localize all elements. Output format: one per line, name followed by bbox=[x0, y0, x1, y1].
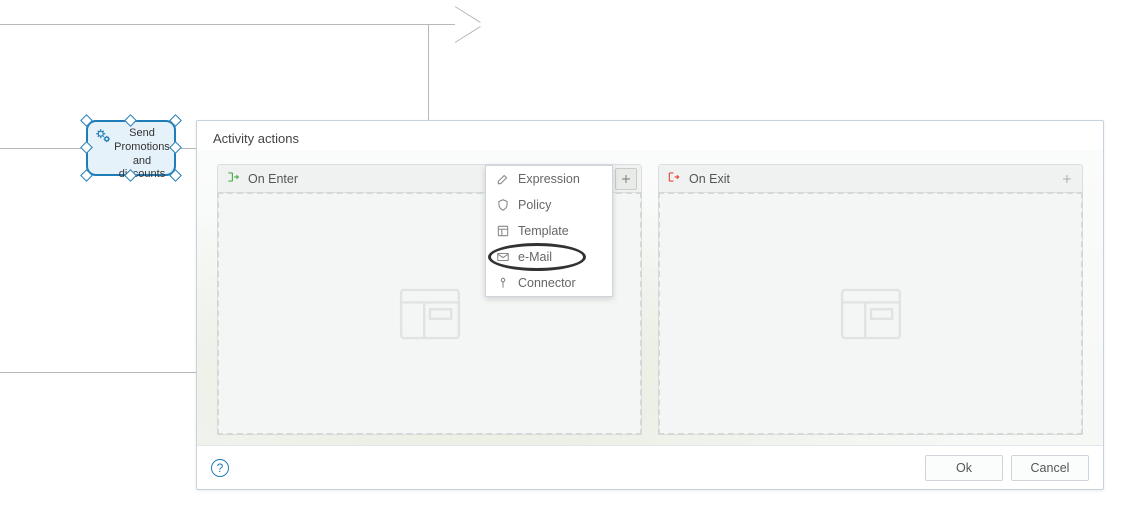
selection-handle[interactable] bbox=[169, 114, 182, 127]
on-enter-label: On Enter bbox=[248, 172, 298, 186]
add-action-menu: Expression Policy Template bbox=[485, 165, 613, 297]
menu-item-policy[interactable]: Policy bbox=[486, 192, 612, 218]
add-on-exit-button[interactable] bbox=[1056, 168, 1078, 190]
activity-actions-dialog: Activity actions On Enter bbox=[196, 120, 1104, 490]
selection-handle[interactable] bbox=[169, 169, 182, 182]
gear-icon bbox=[94, 127, 112, 145]
template-icon bbox=[496, 224, 510, 238]
selection-handle[interactable] bbox=[124, 114, 137, 127]
selection-handle[interactable] bbox=[80, 141, 93, 154]
menu-item-connector[interactable]: Connector bbox=[486, 270, 612, 296]
on-enter-zone: On Enter Expression bbox=[217, 164, 642, 435]
on-exit-zone: On Exit bbox=[658, 164, 1083, 435]
selection-handle[interactable] bbox=[80, 169, 93, 182]
activity-node-label: Send Promotions and discounts bbox=[114, 127, 170, 182]
selection-handle[interactable] bbox=[169, 141, 182, 154]
exit-icon bbox=[667, 170, 681, 187]
shield-icon bbox=[496, 198, 510, 212]
flow-edge bbox=[0, 148, 86, 149]
placeholder-icon bbox=[840, 288, 902, 340]
menu-item-template[interactable]: Template bbox=[486, 218, 612, 244]
on-exit-dropzone[interactable] bbox=[658, 192, 1083, 435]
connector-icon bbox=[496, 276, 510, 290]
flow-edge bbox=[0, 24, 455, 25]
activity-node-send-promotions[interactable]: Send Promotions and discounts bbox=[86, 120, 176, 176]
cancel-button[interactable]: Cancel bbox=[1011, 455, 1089, 481]
dialog-title: Activity actions bbox=[197, 121, 1103, 150]
on-exit-label: On Exit bbox=[689, 172, 730, 186]
placeholder-icon bbox=[399, 288, 461, 340]
mail-icon bbox=[496, 250, 510, 264]
ok-button[interactable]: Ok bbox=[925, 455, 1003, 481]
enter-icon bbox=[226, 170, 240, 187]
menu-item-expression[interactable]: Expression bbox=[486, 166, 612, 192]
menu-item-email[interactable]: e-Mail bbox=[486, 244, 612, 270]
selection-handle[interactable] bbox=[80, 114, 93, 127]
add-on-enter-button[interactable] bbox=[615, 168, 637, 190]
edit-icon bbox=[496, 172, 510, 186]
help-icon[interactable]: ? bbox=[211, 459, 229, 477]
